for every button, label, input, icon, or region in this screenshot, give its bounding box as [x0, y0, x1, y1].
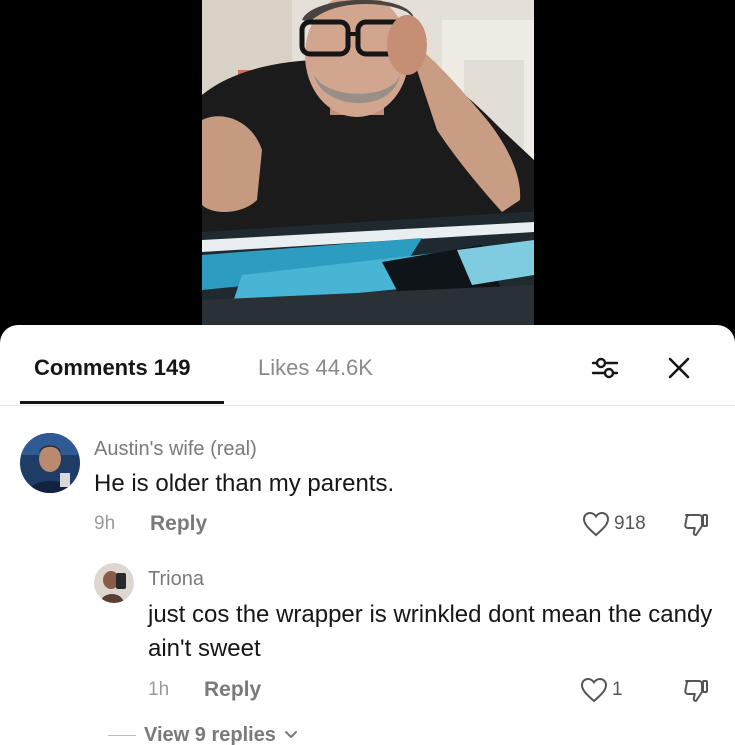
- user-avatar-image: [94, 563, 134, 603]
- tab-bar: Comments 149 Likes 44.6K: [0, 325, 735, 406]
- user-avatar-image: [20, 433, 80, 493]
- dislike-button[interactable]: [682, 677, 710, 705]
- active-tab-indicator: [20, 401, 224, 404]
- comment-username[interactable]: Austin's wife (real): [94, 437, 257, 461]
- comment-username[interactable]: Triona: [148, 567, 204, 591]
- tab-comments[interactable]: Comments 149: [34, 355, 191, 381]
- reply-button[interactable]: Reply: [204, 678, 261, 702]
- comment-timestamp: 9h: [94, 513, 116, 534]
- close-button[interactable]: [662, 351, 696, 385]
- avatar[interactable]: [20, 433, 80, 493]
- comment-timestamp: 1h: [148, 679, 170, 700]
- sliders-icon: [591, 357, 619, 379]
- like-button[interactable]: 1: [580, 677, 623, 703]
- like-button[interactable]: 918: [582, 511, 646, 537]
- heart-outline-icon: [582, 511, 610, 537]
- thumbs-down-icon: [684, 514, 708, 536]
- avatar[interactable]: [94, 563, 134, 603]
- view-replies-button[interactable]: View 9 replies: [108, 723, 298, 745]
- chevron-down-icon: [284, 731, 297, 738]
- video-player[interactable]: [0, 0, 735, 340]
- view-replies-label: View 9 replies: [144, 724, 276, 745]
- comment-text: just cos the wrapper is wrinkled dont me…: [148, 601, 713, 662]
- reply-button[interactable]: Reply: [150, 512, 207, 536]
- video-frame: [202, 0, 534, 325]
- tab-likes[interactable]: Likes 44.6K: [258, 355, 373, 381]
- like-count: 918: [614, 513, 646, 534]
- thumbs-down-icon: [684, 680, 708, 702]
- filter-button[interactable]: [588, 351, 622, 385]
- like-count: 1: [612, 679, 623, 700]
- close-icon: [668, 357, 690, 379]
- video-thumbnail-illustration: [202, 0, 534, 325]
- dislike-button[interactable]: [682, 511, 710, 539]
- comments-sheet: Comments 149 Likes 44.6K Austin's wife (…: [0, 325, 735, 745]
- view-replies-divider: [108, 734, 136, 736]
- comment-text: He is older than my parents.: [94, 470, 395, 497]
- heart-outline-icon: [580, 677, 608, 703]
